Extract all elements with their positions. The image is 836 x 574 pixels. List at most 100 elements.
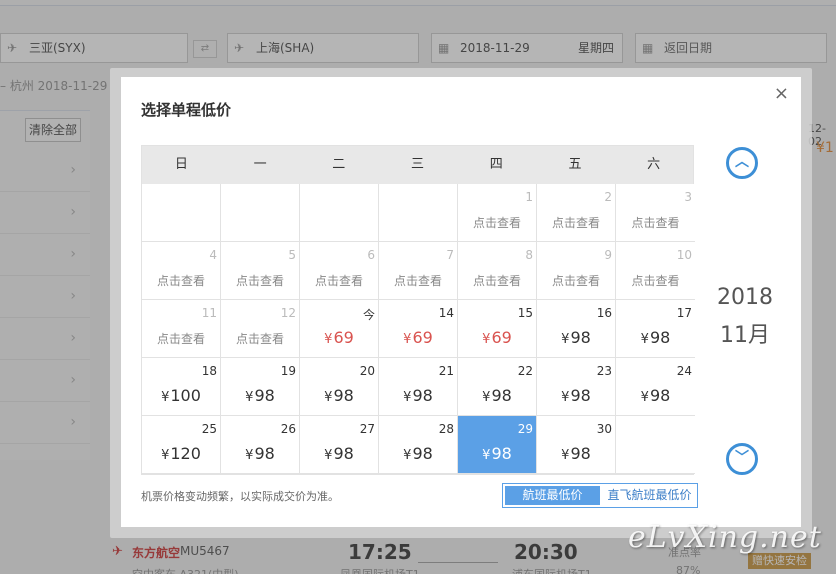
calendar-day-cell[interactable]: 14 ¥69 bbox=[379, 300, 458, 358]
day-number: 29 bbox=[517, 422, 533, 436]
calendar-day-cell[interactable]: 28 ¥98 bbox=[379, 416, 458, 474]
currency-symbol: ¥ bbox=[482, 448, 491, 463]
calendar-day-cell[interactable]: 6 点击查看 bbox=[300, 242, 379, 300]
day-price: ¥98 bbox=[537, 444, 615, 463]
calendar-day-cell[interactable]: 25 ¥120 bbox=[142, 416, 221, 474]
day-number: 18 bbox=[201, 364, 217, 378]
dialog-title: 选择单程低价 bbox=[141, 101, 232, 119]
day-price: ¥100 bbox=[142, 386, 220, 405]
calendar-day-cell[interactable]: 19 ¥98 bbox=[221, 358, 300, 416]
calendar-day-cell[interactable]: 15 ¥69 bbox=[458, 300, 537, 358]
currency-symbol: ¥ bbox=[324, 390, 333, 405]
calendar-day-cell[interactable]: 21 ¥98 bbox=[379, 358, 458, 416]
calendar-day-cell[interactable]: 今 ¥69 bbox=[300, 300, 379, 358]
day-number: 17 bbox=[676, 306, 692, 320]
calendar-day-cell[interactable]: 8 点击查看 bbox=[458, 242, 537, 300]
month-navigation: ︿ 2018 11月 ﹀ bbox=[694, 145, 801, 475]
weekday-label: 二 bbox=[332, 157, 346, 172]
currency-symbol: ¥ bbox=[245, 448, 254, 463]
day-number: 23 bbox=[596, 364, 612, 378]
day-price: ¥98 bbox=[616, 386, 695, 405]
currency-symbol: ¥ bbox=[324, 332, 333, 347]
day-number: 4 bbox=[209, 248, 217, 262]
prev-month-button[interactable]: ︿ bbox=[726, 147, 758, 179]
calendar-day-cell[interactable]: 29 ¥98 bbox=[458, 416, 537, 474]
watermark: eLvXing.net bbox=[628, 520, 822, 555]
day-price: ¥98 bbox=[379, 386, 457, 405]
calendar-day-cell[interactable]: 18 ¥100 bbox=[142, 358, 221, 416]
price-mode-toggle: 航班最低价 直飞航班最低价 bbox=[502, 483, 698, 508]
day-number: 9 bbox=[604, 248, 612, 262]
price-value: 98 bbox=[491, 386, 512, 405]
price-value: 98 bbox=[649, 386, 671, 405]
day-number: 24 bbox=[676, 364, 692, 378]
day-price: ¥98 bbox=[537, 328, 615, 347]
close-icon[interactable]: × bbox=[774, 83, 789, 104]
day-price: ¥98 bbox=[221, 386, 299, 405]
day-number: 8 bbox=[525, 248, 533, 262]
calendar-day-cell[interactable]: 30 ¥98 bbox=[537, 416, 616, 474]
calendar-day-cell[interactable]: 16 ¥98 bbox=[537, 300, 616, 358]
day-number: 26 bbox=[280, 422, 296, 436]
calendar-day-cell[interactable]: 23 ¥98 bbox=[537, 358, 616, 416]
currency-symbol: ¥ bbox=[561, 390, 570, 405]
calendar-day-cell[interactable]: 7 点击查看 bbox=[379, 242, 458, 300]
day-number: 27 bbox=[359, 422, 375, 436]
calendar-day-cell[interactable]: 3 点击查看 bbox=[616, 184, 695, 242]
toggle-all-flights[interactable]: 航班最低价 bbox=[503, 484, 602, 507]
calendar-day-cell[interactable]: 9 点击查看 bbox=[537, 242, 616, 300]
calendar-day-cell[interactable]: 2 点击查看 bbox=[537, 184, 616, 242]
currency-symbol: ¥ bbox=[482, 390, 491, 405]
calendar-day-cell[interactable]: 26 ¥98 bbox=[221, 416, 300, 474]
day-number: 15 bbox=[517, 306, 533, 320]
day-number: 19 bbox=[280, 364, 296, 378]
day-number: 11 bbox=[201, 306, 217, 320]
day-price: ¥98 bbox=[221, 444, 299, 463]
calendar-day-cell[interactable]: 5 点击查看 bbox=[221, 242, 300, 300]
calendar-grid: 1 点击查看 2 点击查看 3 点击查看 4 点击查看 5 点击查看 6 点击查看 7 点击查看 8 点击查看… bbox=[142, 184, 695, 474]
day-number: 5 bbox=[288, 248, 296, 262]
weekday-label: 六 bbox=[647, 157, 661, 172]
currency-symbol: ¥ bbox=[403, 332, 412, 347]
calendar-day-cell[interactable]: 4 点击查看 bbox=[142, 242, 221, 300]
low-price-calendar-dialog: 选择单程低价 × 日 一 二 三 四 五 六 1 点击查看 2 点击查看 3 点击查看 4 点… bbox=[121, 77, 801, 527]
calendar-day-cell[interactable]: 1 点击查看 bbox=[458, 184, 537, 242]
calendar-day-cell[interactable]: 20 ¥98 bbox=[300, 358, 379, 416]
day-number: 1 bbox=[525, 190, 533, 204]
day-price: ¥120 bbox=[142, 444, 220, 463]
calendar-day-cell[interactable]: 27 ¥98 bbox=[300, 416, 379, 474]
currency-symbol: ¥ bbox=[245, 390, 254, 405]
weekday-label: 一 bbox=[253, 157, 267, 172]
day-price: ¥98 bbox=[458, 444, 536, 463]
currency-symbol: ¥ bbox=[561, 448, 570, 463]
calendar-day-cell[interactable]: 22 ¥98 bbox=[458, 358, 537, 416]
day-price: ¥98 bbox=[458, 386, 536, 405]
price-value: 98 bbox=[333, 444, 354, 463]
calendar-day-cell[interactable]: 17 ¥98 bbox=[616, 300, 695, 358]
calendar-day-cell[interactable]: 24 ¥98 bbox=[616, 358, 695, 416]
next-month-button[interactable]: ﹀ bbox=[726, 443, 758, 475]
price-value: 98 bbox=[570, 328, 591, 347]
toggle-direct-flights[interactable]: 直飞航班最低价 bbox=[602, 484, 697, 507]
currency-symbol: ¥ bbox=[403, 390, 412, 405]
view-price-hint: 点击查看 bbox=[472, 216, 521, 230]
day-number: 14 bbox=[438, 306, 454, 320]
weekday-header: 日 一 二 三 四 五 六 bbox=[142, 146, 693, 184]
day-price: ¥98 bbox=[300, 444, 378, 463]
calendar-empty-cell bbox=[300, 184, 379, 242]
day-number: 今 bbox=[362, 308, 375, 322]
view-price-hint: 点击查看 bbox=[551, 216, 600, 230]
weekday-label: 日 bbox=[174, 157, 188, 172]
price-value: 98 bbox=[333, 386, 354, 405]
day-number: 28 bbox=[438, 422, 454, 436]
weekday-label: 五 bbox=[568, 157, 582, 172]
day-number: 3 bbox=[684, 190, 692, 204]
calendar-day-cell[interactable]: 11 点击查看 bbox=[142, 300, 221, 358]
price-value: 98 bbox=[570, 444, 591, 463]
day-price: ¥98 bbox=[379, 444, 457, 463]
price-value: 98 bbox=[254, 386, 275, 405]
calendar-day-cell[interactable]: 10 点击查看 bbox=[616, 242, 695, 300]
price-value: 98 bbox=[649, 328, 671, 347]
calendar-day-cell[interactable]: 12 点击查看 bbox=[221, 300, 300, 358]
day-number: 20 bbox=[359, 364, 375, 378]
